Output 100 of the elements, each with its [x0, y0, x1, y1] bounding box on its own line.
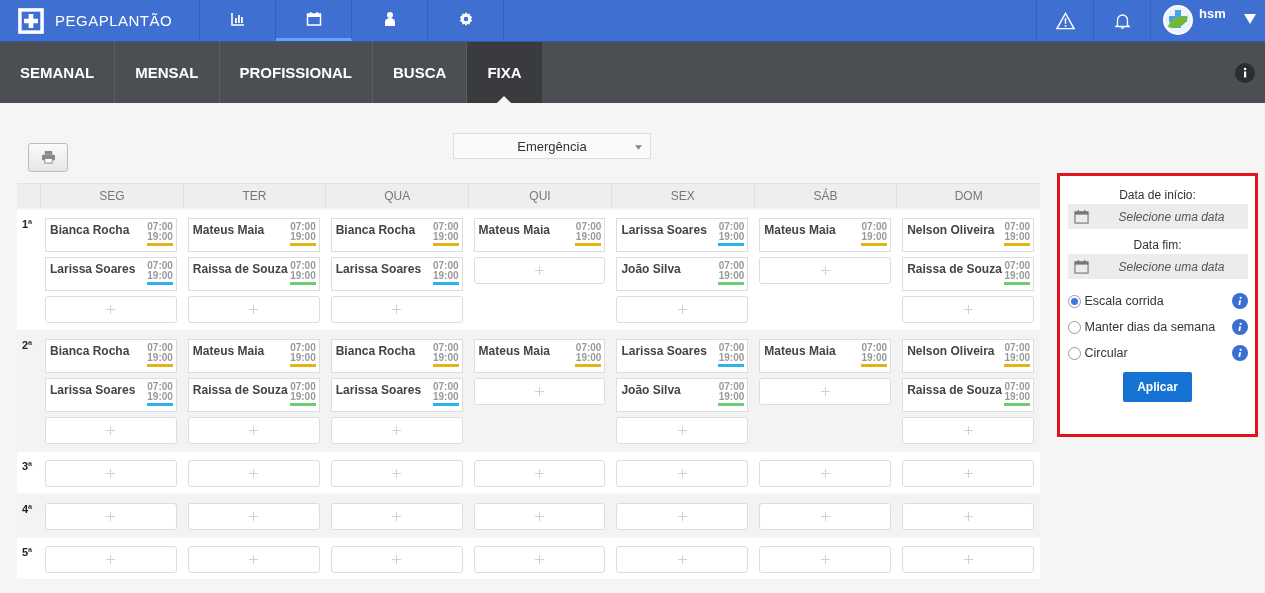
add-shift-button[interactable] — [187, 546, 320, 573]
warning-icon[interactable] — [1055, 11, 1075, 30]
add-shift-button[interactable] — [759, 378, 892, 405]
print-button[interactable] — [28, 143, 68, 172]
date-field[interactable]: Selecione uma data — [1067, 204, 1248, 229]
add-shift-button[interactable] — [45, 296, 177, 323]
shift-card[interactable]: Larissa Soares 07:00 19:00 — [616, 218, 749, 252]
avatar-icon[interactable] — [1163, 5, 1193, 35]
add-shift-button[interactable] — [759, 257, 892, 284]
calendar-icon — [1073, 209, 1089, 224]
shift-card[interactable]: João Silva 07:00 19:00 — [616, 257, 749, 291]
add-shift-button[interactable] — [330, 503, 463, 530]
apply-button[interactable]: Aplicar — [1123, 372, 1192, 402]
shift-card[interactable]: Bianca Rocha 07:00 19:00 — [330, 218, 463, 252]
add-shift-button[interactable] — [473, 503, 606, 530]
shift-card[interactable]: Larissa Soares 07:00 19:00 — [330, 378, 463, 412]
add-shift-button[interactable] — [45, 546, 177, 573]
add-shift-button[interactable] — [187, 417, 320, 444]
plus-icon — [535, 469, 544, 478]
shift-card[interactable]: Mateus Maia 07:00 19:00 — [187, 339, 320, 373]
day-header: SÁB — [813, 189, 838, 203]
sector-select[interactable]: Emergência — [453, 133, 651, 159]
add-shift-button[interactable] — [759, 503, 892, 530]
plus-icon — [820, 469, 830, 478]
plus-icon — [249, 305, 259, 314]
add-shift-button[interactable] — [902, 503, 1034, 530]
option-label[interactable]: Manter dias da semana — [1084, 320, 1228, 334]
user-name[interactable]: hsm — [1199, 6, 1226, 21]
plus-icon — [963, 305, 973, 314]
add-shift-button[interactable] — [473, 460, 606, 487]
shift-card[interactable]: Larissa Soares 07:00 19:00 — [330, 257, 463, 291]
bell-icon[interactable] — [1112, 11, 1132, 30]
add-shift-button[interactable] — [616, 417, 749, 444]
plus-icon — [249, 426, 259, 435]
shift-card[interactable]: Bianca Rocha 07:00 19:00 — [45, 339, 177, 373]
field-label: Data de início: — [1119, 188, 1196, 202]
plus-icon — [677, 426, 687, 435]
plus-icon — [963, 555, 973, 564]
add-shift-button[interactable] — [330, 460, 463, 487]
add-shift-button[interactable] — [473, 546, 606, 573]
radio-button[interactable] — [1067, 346, 1081, 360]
add-shift-button[interactable] — [902, 460, 1034, 487]
add-shift-button[interactable] — [473, 257, 606, 284]
plus-icon — [249, 555, 259, 564]
option-label[interactable]: Circular — [1084, 346, 1228, 360]
date-field[interactable]: Selecione uma data — [1067, 254, 1248, 279]
add-shift-button[interactable] — [759, 546, 892, 573]
add-shift-button[interactable] — [330, 546, 463, 573]
plus-icon — [535, 387, 544, 396]
shift-card[interactable]: João Silva 07:00 19:00 — [616, 378, 749, 412]
info-icon[interactable] — [1235, 62, 1255, 83]
plus-icon — [392, 426, 402, 435]
add-shift-button[interactable] — [45, 460, 177, 487]
add-shift-button[interactable] — [473, 378, 606, 405]
add-shift-button[interactable] — [616, 503, 749, 530]
caret-icon[interactable] — [1243, 14, 1256, 24]
shift-card[interactable]: Bianca Rocha 07:00 19:00 — [45, 218, 177, 252]
add-shift-button[interactable] — [45, 417, 177, 444]
shift-card[interactable]: Bianca Rocha 07:00 19:00 — [330, 339, 463, 373]
view-tab[interactable]: SEMANAL — [0, 42, 116, 103]
shift-card[interactable]: Mateus Maia 07:00 19:00 — [473, 218, 606, 252]
plus-icon — [535, 512, 544, 521]
plus-icon — [820, 555, 830, 564]
radio-button[interactable] — [1067, 320, 1081, 334]
add-shift-button[interactable] — [616, 460, 749, 487]
plus-icon — [249, 512, 259, 521]
option-label[interactable]: Escala corrida — [1084, 294, 1228, 308]
day-header: QUI — [529, 189, 551, 203]
plus-icon — [106, 426, 116, 435]
app-name: PEGAPLANTÃO — [55, 12, 173, 29]
add-shift-button[interactable] — [616, 296, 749, 323]
add-shift-button[interactable] — [187, 296, 320, 323]
view-tab[interactable]: PROFISSIONAL — [219, 42, 374, 103]
plus-icon — [106, 469, 116, 478]
shift-card[interactable]: Mateus Maia 07:00 19:00 — [473, 339, 606, 373]
plus-icon — [963, 469, 973, 478]
view-tab[interactable]: MENSAL — [115, 42, 220, 103]
add-shift-button[interactable] — [45, 503, 177, 530]
shift-card[interactable]: Larissa Soares 07:00 19:00 — [45, 378, 177, 412]
shift-card[interactable]: Larissa Soares 07:00 19:00 — [616, 339, 749, 373]
week-label: 5ª — [22, 546, 33, 558]
radio-button[interactable] — [1067, 294, 1081, 308]
view-tab[interactable]: FIXA — [467, 42, 542, 103]
shift-card[interactable]: Mateus Maia 07:00 19:00 — [759, 339, 892, 373]
shift-card[interactable]: Mateus Maia 07:00 19:00 — [759, 218, 892, 252]
add-shift-button[interactable] — [902, 417, 1034, 444]
add-shift-button[interactable] — [330, 417, 463, 444]
add-shift-button[interactable] — [187, 503, 320, 530]
add-shift-button[interactable] — [759, 460, 892, 487]
day-header: SEG — [99, 189, 125, 203]
add-shift-button[interactable] — [187, 460, 320, 487]
add-shift-button[interactable] — [330, 296, 463, 323]
bar-chart-icon — [229, 11, 246, 27]
add-shift-button[interactable] — [902, 296, 1034, 323]
calendar-icon — [305, 11, 322, 27]
shift-card[interactable]: Larissa Soares 07:00 19:00 — [45, 257, 177, 291]
shift-card[interactable]: Mateus Maia 07:00 19:00 — [187, 218, 320, 252]
field-label: Data fim: — [1133, 238, 1182, 252]
add-shift-button[interactable] — [616, 546, 749, 573]
add-shift-button[interactable] — [902, 546, 1034, 573]
